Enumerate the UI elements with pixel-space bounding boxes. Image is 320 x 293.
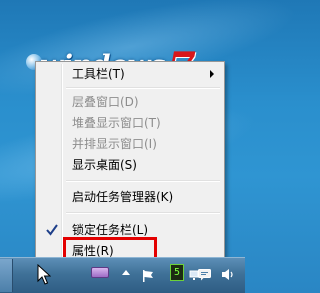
menu-item-label: 启动任务管理器(K)	[72, 190, 174, 204]
volume-icon[interactable]	[221, 266, 235, 280]
menu-separator	[66, 87, 220, 89]
menu-item-label: 工具栏(T)	[72, 67, 125, 81]
checkmark-icon	[44, 220, 60, 240]
menu-item-toolbars[interactable]: 工具栏(T)	[38, 64, 222, 84]
menu-item-cascade-windows[interactable]: 层叠窗口(D)	[38, 92, 222, 112]
show-hidden-icons-arrow-icon[interactable]	[122, 270, 130, 275]
menu-item-side-by-side-windows[interactable]: 并排显示窗口(I)	[38, 134, 222, 154]
submenu-arrow-icon	[210, 70, 214, 78]
keyboard-icon[interactable]	[91, 267, 109, 278]
mouse-cursor-icon	[37, 264, 51, 285]
menu-item-label: 并排显示窗口(I)	[72, 137, 157, 151]
menu-item-task-manager[interactable]: 启动任务管理器(K)	[38, 187, 222, 207]
action-center-flag-icon[interactable]	[142, 267, 154, 282]
menu-item-label: 堆叠显示窗口(T)	[72, 116, 161, 130]
menu-item-stack-windows[interactable]: 堆叠显示窗口(T)	[38, 113, 222, 133]
message-icon[interactable]	[198, 266, 212, 281]
menu-separator	[66, 180, 220, 182]
menu-separator	[66, 212, 220, 214]
taskbar-edge-button[interactable]	[0, 259, 13, 292]
menu-item-show-desktop[interactable]: 显示桌面(S)	[38, 155, 222, 175]
menu-item-label: 层叠窗口(D)	[72, 95, 139, 109]
menu-item-label: 显示桌面(S)	[72, 158, 137, 172]
green-app-icon[interactable]: 5	[170, 264, 184, 281]
taskbar-context-menu: 工具栏(T) 层叠窗口(D) 堆叠显示窗口(T) 并排显示窗口(I) 显示桌面(…	[35, 61, 225, 267]
